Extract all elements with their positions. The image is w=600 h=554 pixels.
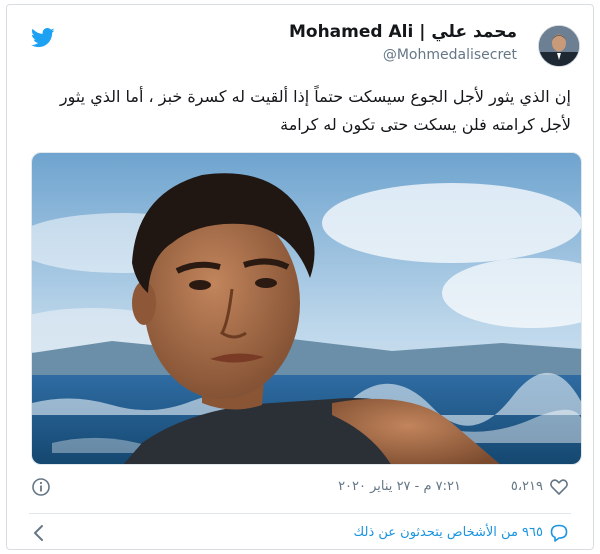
tweet-card: Mohamed Ali | محمد علي @Mohmedalisecret … <box>6 4 594 550</box>
heart-icon[interactable] <box>549 477 569 497</box>
avatar-image <box>539 26 579 66</box>
like-count: ٥،٢١٩ <box>510 479 543 494</box>
reply-bubble-icon[interactable] <box>549 523 569 543</box>
user-handle[interactable]: @Mohmedalisecret <box>383 47 517 63</box>
tweet-photo[interactable] <box>31 152 582 465</box>
avatar[interactable] <box>538 25 580 67</box>
chevron-left-icon[interactable] <box>31 523 47 543</box>
divider <box>29 513 571 514</box>
conversation-link[interactable]: ٩٦٥ من الأشخاص يتحدثون عن ذلك <box>354 525 543 540</box>
photo-artwork <box>32 153 581 464</box>
conversation-footer[interactable]: ٩٦٥ من الأشخاص يتحدثون عن ذلك <box>29 521 571 545</box>
display-name[interactable]: Mohamed Ali | محمد علي <box>289 22 517 42</box>
tweet-meta-row: ٧:٢١ م - ٢٧ يناير ٢٠٢٠ ٥،٢١٩ <box>29 475 571 501</box>
timestamp[interactable]: ٧:٢١ م - ٢٧ يناير ٢٠٢٠ <box>338 479 461 494</box>
tweet-text: إن الذي يثور لأجل الجوع سيسكت حتماً إذا … <box>59 87 571 134</box>
info-icon[interactable] <box>31 477 51 497</box>
twitter-bird-icon[interactable] <box>31 27 55 49</box>
